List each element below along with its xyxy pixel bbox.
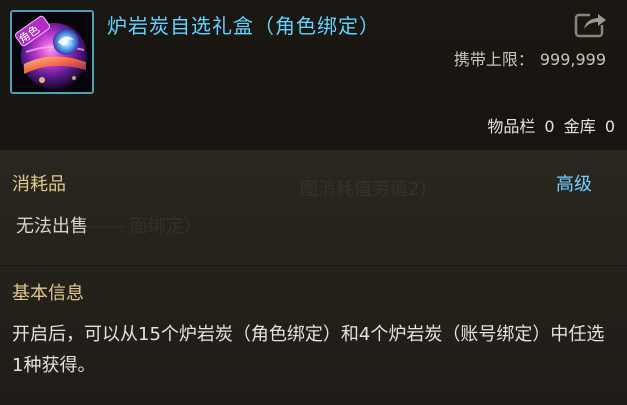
inventory-count: 0 (544, 117, 555, 136)
item-type: 消耗品 (12, 174, 66, 195)
background-ghost-text: 图消耗值劳值2) (300, 179, 427, 200)
bank-label: 金库 (563, 117, 596, 136)
item-icon: 角色 (10, 10, 94, 94)
inventory-label: 物品栏 (487, 117, 536, 136)
item-tooltip: 图消耗值劳值2) ——— 面绑定） 角色 炉岩炭自选礼盒（角色绑定） 携带上限：… (0, 0, 627, 405)
sell-status: 无法出售 (16, 216, 88, 237)
item-title: 炉岩炭自选礼盒（角色绑定） (107, 14, 380, 38)
item-grade: 高级 (556, 174, 592, 195)
gift-box-orb-icon (12, 12, 92, 92)
background-ghost-text: ——— 面绑定） (70, 216, 202, 237)
share-icon (574, 11, 608, 38)
bank-count: 0 (604, 117, 615, 136)
item-description: 开启后，可以从15个炉岩炭（角色绑定）和4个炉岩炭（账号绑定）中任选1种获得。 (12, 324, 605, 376)
basic-info-title: 基本信息 (12, 283, 84, 304)
section-divider (0, 265, 627, 266)
carry-limit-label: 携带上限： (453, 50, 534, 69)
carry-limit-value: 999,999 (539, 50, 606, 69)
carry-limit: 携带上限： 999,999 (454, 46, 606, 70)
share-button[interactable] (574, 9, 608, 39)
stock-counts: 物品栏 0 金库 0 (487, 113, 615, 137)
